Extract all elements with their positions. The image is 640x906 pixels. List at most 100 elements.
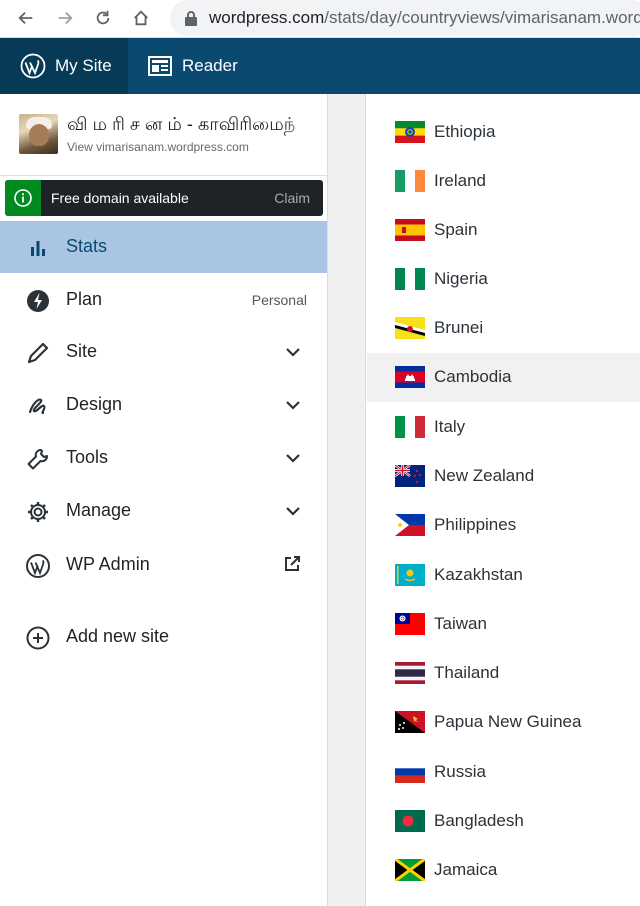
free-domain-notice[interactable]: Free domain available Claim: [5, 180, 323, 216]
wrench-icon: [24, 445, 52, 473]
reload-icon: [96, 10, 110, 25]
brunei-flag-icon: [395, 317, 425, 339]
arrow-right-icon: [58, 11, 73, 25]
sidebar-item-label: Plan: [66, 289, 103, 309]
sidebar-item-wp-admin[interactable]: WP Admin: [0, 539, 327, 591]
list-item[interactable]: Thailand: [367, 649, 640, 698]
ireland-flag-icon: [395, 170, 425, 192]
country-name: Cambodia: [434, 367, 512, 386]
browser-toolbar: wordpress.com/stats/day/countryviews/vim…: [0, 0, 640, 38]
wordpress-logo-icon: [20, 53, 46, 79]
list-item[interactable]: Papua New Guinea: [367, 698, 640, 747]
country-name: Russia: [434, 762, 486, 781]
reload-button[interactable]: [89, 4, 117, 32]
notice-text: Free domain available: [51, 190, 189, 206]
sidebar-item-plan[interactable]: Plan Personal: [0, 274, 327, 326]
claim-button[interactable]: Claim: [274, 190, 310, 206]
spain-flag-icon: [395, 219, 425, 241]
chevron-down-icon[interactable]: [283, 448, 303, 468]
masterbar: My Site Reader: [0, 38, 640, 94]
reader-label: Reader: [182, 56, 238, 75]
philippines-flag-icon: [395, 514, 425, 536]
sidebar-item-tools[interactable]: Tools: [0, 432, 327, 484]
country-name: Papua New Guinea: [434, 712, 582, 731]
taiwan-flag-icon: [395, 613, 425, 635]
sidebar-item-stats[interactable]: Stats: [0, 221, 327, 273]
country-name: Taiwan: [434, 614, 487, 633]
sidebar-item-label: Manage: [66, 500, 132, 520]
pencil-icon: [24, 339, 52, 367]
list-item[interactable]: Philippines: [367, 501, 640, 550]
list-item[interactable]: Russia: [367, 748, 640, 797]
list-item[interactable]: Bangladesh: [367, 797, 640, 846]
back-button[interactable]: [12, 4, 40, 32]
country-name: Kazakhstan: [434, 565, 523, 584]
gear-icon: [24, 498, 52, 526]
list-item[interactable]: New Zealand: [367, 452, 640, 501]
my-site-tab[interactable]: My Site: [0, 38, 128, 94]
design-icon: [24, 392, 52, 420]
reader-tab[interactable]: Reader: [148, 38, 238, 94]
country-name: Thailand: [434, 663, 500, 682]
list-item[interactable]: Ireland: [367, 157, 640, 206]
address-bar[interactable]: wordpress.com/stats/day/countryviews/vim…: [170, 0, 640, 36]
chevron-down-icon[interactable]: [283, 395, 303, 415]
list-item[interactable]: Nigeria: [367, 255, 640, 304]
list-item[interactable]: Taiwan: [367, 600, 640, 649]
list-item[interactable]: Jamaica: [367, 846, 640, 895]
country-name: Brunei: [434, 318, 484, 337]
url-host: wordpress.com: [209, 8, 325, 27]
cambodia-flag-icon: [395, 366, 425, 388]
wordpress-icon: [24, 552, 52, 580]
bangladesh-flag-icon: [395, 810, 425, 832]
forward-button[interactable]: [51, 4, 79, 32]
plus-circle-icon: [24, 624, 52, 652]
sidebar-item-design[interactable]: Design: [0, 379, 327, 431]
country-views-list: Ethiopia Ireland Spain Nigeria Brunei Ca…: [367, 94, 640, 906]
list-item[interactable]: Spain: [367, 206, 640, 255]
russia-flag-icon: [395, 761, 425, 783]
country-name: Bangladesh: [434, 811, 524, 830]
site-title: வி ம ரி ச ன ம் - காவிரிமைந்: [67, 114, 296, 134]
home-icon: [134, 10, 148, 26]
nigeria-flag-icon: [395, 268, 425, 290]
country-name: Nigeria: [434, 269, 488, 288]
country-name: Ireland: [434, 171, 486, 190]
external-link-icon: [285, 556, 300, 571]
content-gutter: [328, 94, 366, 906]
lock-icon: [185, 11, 197, 26]
url-path: /stats/day/countryviews/vimarisanam.word: [324, 8, 640, 27]
italy-flag-icon: [395, 416, 425, 438]
home-button[interactable]: [127, 4, 155, 32]
current-site-card[interactable]: வி ம ரி ச ன ம் - காவிரிமைந் View vimaris…: [0, 94, 327, 176]
country-name: Ethiopia: [434, 122, 496, 141]
ethiopia-flag-icon: [395, 121, 425, 143]
list-item[interactable]: Kazakhstan: [367, 551, 640, 600]
papua-new-guinea-flag-icon: [395, 711, 425, 733]
list-item[interactable]: Italy: [367, 403, 640, 452]
plan-icon: [24, 287, 52, 315]
country-name: New Zealand: [434, 466, 535, 485]
sidebar-item-label: Site: [66, 341, 98, 361]
new-zealand-flag-icon: [395, 465, 425, 487]
view-site-link[interactable]: View vimarisanam.wordpress.com: [67, 140, 249, 154]
stats-icon: [24, 234, 52, 262]
sidebar-item-manage[interactable]: Manage: [0, 485, 327, 537]
chevron-down-icon[interactable]: [283, 501, 303, 521]
list-item[interactable]: Ethiopia: [367, 108, 640, 157]
sidebar-item-label: Tools: [66, 447, 109, 467]
sidebar-item-site[interactable]: Site: [0, 326, 327, 378]
my-site-label: My Site: [55, 56, 112, 75]
plan-badge: Personal: [251, 292, 307, 308]
reader-icon: [148, 56, 172, 76]
url-text: wordpress.com/stats/day/countryviews/vim…: [209, 8, 640, 28]
chevron-down-icon[interactable]: [283, 342, 303, 362]
country-name: Jamaica: [434, 860, 498, 879]
list-item[interactable]: Brunei: [367, 304, 640, 353]
arrow-left-icon: [18, 11, 33, 25]
sidebar-item-label: WP Admin: [66, 554, 150, 574]
sidebar-item-add-new-site[interactable]: Add new site: [0, 611, 327, 663]
sidebar-item-label: Stats: [66, 236, 108, 256]
country-name: Philippines: [434, 515, 517, 534]
list-item[interactable]: Cambodia: [367, 353, 640, 402]
